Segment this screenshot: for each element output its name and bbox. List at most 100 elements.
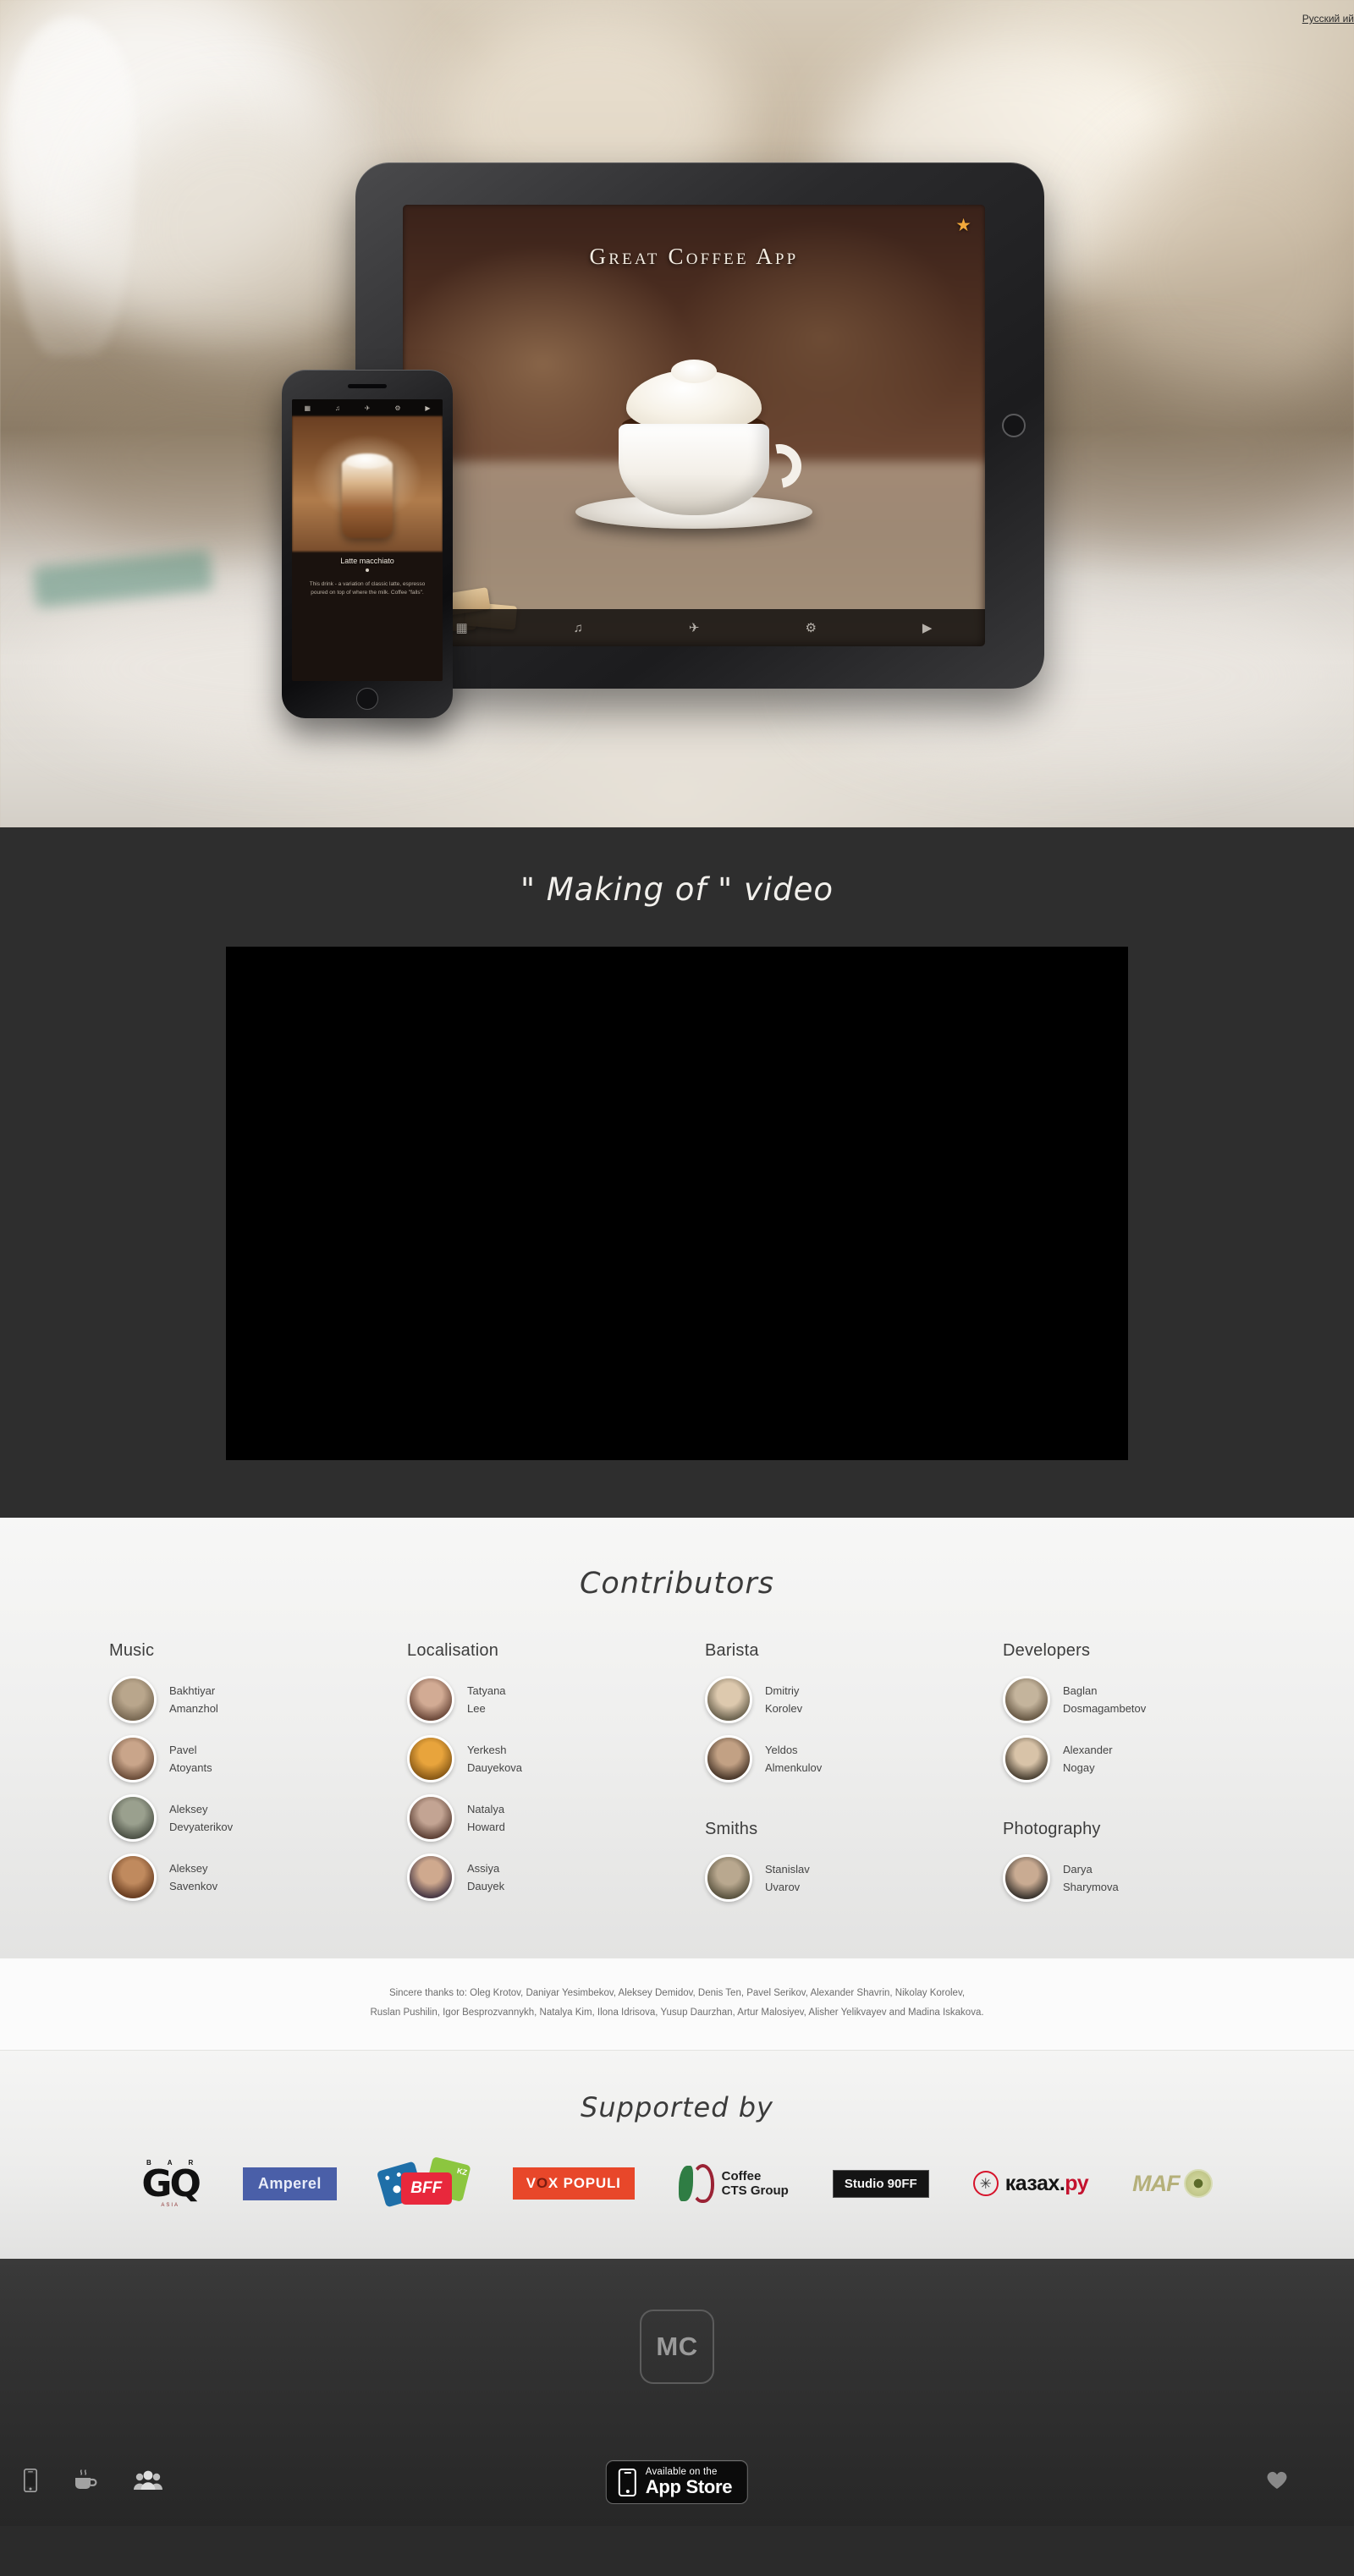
- contributor-name: Alexander Nogay: [1063, 1741, 1113, 1777]
- iphone-share-icon[interactable]: ✈: [365, 404, 371, 412]
- contributor-person[interactable]: Tatyana Lee: [407, 1676, 669, 1723]
- cts-line-1: Coffee: [721, 2168, 762, 2183]
- contributor-last-name: Nogay: [1063, 1761, 1095, 1774]
- contributor-name: Assiya Dauyek: [467, 1859, 504, 1896]
- phone-icon[interactable]: [24, 2468, 37, 2496]
- contributor-group-title: Music: [109, 1641, 155, 1660]
- heart-icon[interactable]: [1266, 2470, 1288, 2495]
- contributor-person[interactable]: Dmitriy Korolev: [705, 1676, 967, 1723]
- app-store-badge[interactable]: Available on the App Store: [605, 2460, 749, 2504]
- video-section-heading: " Making of " video: [520, 871, 834, 908]
- contributor-first-name: Bakhtiyar: [169, 1683, 216, 1697]
- contributor-last-name: Dauyekova: [467, 1761, 523, 1774]
- contributor-person[interactable]: Darya Sharymova: [1003, 1854, 1265, 1902]
- footer-right-icons: [1266, 2470, 1288, 2495]
- footer-bar: Available on the App Store: [0, 2438, 1354, 2526]
- iphone-screen: ▦ ♫ ✈ ⚙ ▶ Latte macchiato This drink - a…: [292, 399, 443, 681]
- iphone-app-toolbar[interactable]: ▦ ♫ ✈ ⚙ ▶: [292, 399, 443, 416]
- coffee-cup-icon[interactable]: [73, 2469, 98, 2496]
- contributor-group-title: Localisation: [407, 1641, 499, 1660]
- contributor-person[interactable]: Assiya Dauyek: [407, 1854, 669, 1901]
- iphone-play-icon[interactable]: ▶: [425, 404, 430, 412]
- iphone-grid-icon[interactable]: ▦: [304, 404, 311, 412]
- contributors-heading: Contributors: [579, 1567, 775, 1601]
- contributor-first-name: Alexander: [1063, 1743, 1113, 1756]
- glass-decoration: [8, 17, 135, 355]
- toolbar-settings-icon[interactable]: ⚙: [805, 620, 816, 635]
- avatar: [407, 1676, 454, 1723]
- contributor-name: Pavel Atoyants: [169, 1741, 212, 1777]
- contributor-person[interactable]: Baglan Dosmagambetov: [1003, 1676, 1265, 1723]
- contributor-first-name: Aleksey: [169, 1861, 208, 1875]
- contributor-name: Dmitriy Korolev: [765, 1682, 802, 1718]
- avatar: [109, 1854, 157, 1901]
- thanks-line-1: Sincere thanks to: Oleg Krotov, Daniyar …: [388, 1988, 966, 1998]
- avatar: [705, 1854, 752, 1902]
- studio-90ff-wordmark: Studio 90FF: [832, 2169, 929, 2198]
- contributor-name: Stanislav Uvarov: [765, 1860, 810, 1897]
- hero-section: Русский ий ★ Great Coffee App ▦ ♫ ✈ ⚙ ▶: [0, 0, 1354, 827]
- avatar: [705, 1676, 752, 1723]
- iphone-device-mockup: ▦ ♫ ✈ ⚙ ▶ Latte macchiato This drink - a…: [282, 370, 453, 718]
- avatar: [109, 1794, 157, 1842]
- sponsor-logo-bar-gq[interactable]: B A R GQ ASIA: [141, 2157, 201, 2210]
- toolbar-music-icon[interactable]: ♫: [574, 621, 583, 635]
- sponsor-logo-amperel[interactable]: Amperel: [242, 2157, 337, 2210]
- people-icon[interactable]: [134, 2470, 162, 2495]
- contributor-person[interactable]: Natalya Howard: [407, 1794, 669, 1842]
- page-footer: MC Available on the App Store: [0, 2259, 1354, 2526]
- avatar: [407, 1794, 454, 1842]
- contributor-last-name: Almenkulov: [765, 1761, 823, 1774]
- iphone-settings-icon[interactable]: ⚙: [394, 404, 400, 412]
- sponsor-logo-coffee-cts-group[interactable]: Coffee CTS Group: [678, 2157, 789, 2210]
- contributor-person[interactable]: Alexander Nogay: [1003, 1735, 1265, 1782]
- sponsor-logo-bff-kz[interactable]: KZ BFF: [376, 2156, 471, 2210]
- contributor-last-name: Atoyants: [169, 1761, 212, 1774]
- avatar: [109, 1676, 157, 1723]
- contributor-person[interactable]: Yeldos Almenkulov: [705, 1735, 967, 1782]
- iphone-music-icon[interactable]: ♫: [335, 404, 340, 412]
- contributor-last-name: Amanzhol: [169, 1702, 218, 1715]
- contributor-name: Aleksey Devyaterikov: [169, 1800, 233, 1837]
- sponsor-logo-maf[interactable]: MAF: [1132, 2157, 1213, 2210]
- drink-description: This drink - a variation of classic latt…: [309, 581, 426, 596]
- contributor-first-name: Natalya: [467, 1802, 505, 1815]
- contributor-name: Baglan Dosmagambetov: [1063, 1682, 1146, 1718]
- contributor-last-name: Dauyek: [467, 1880, 505, 1892]
- avatar: [1003, 1735, 1050, 1782]
- contributor-first-name: Aleksey: [169, 1802, 208, 1815]
- star-icon: ★: [955, 216, 971, 235]
- sponsor-logo-vox-populi[interactable]: VOX POPULI: [512, 2157, 635, 2210]
- kazah-word: казах.: [1004, 2171, 1065, 2195]
- contributors-section: Contributors Music Bakhtiyar Amanzhol Pavel…: [0, 1518, 1354, 1958]
- contributor-person[interactable]: Bakhtiyar Amanzhol: [109, 1676, 372, 1723]
- video-player[interactable]: [226, 947, 1128, 1460]
- vox-rest: X POPULI: [548, 2175, 621, 2191]
- toolbar-grid-icon[interactable]: ▦: [455, 620, 467, 635]
- contributor-last-name: Savenkov: [169, 1880, 218, 1892]
- contributor-name: Natalya Howard: [467, 1800, 505, 1837]
- contributor-person[interactable]: Aleksey Savenkov: [109, 1854, 372, 1901]
- iphone-home-button[interactable]: [356, 688, 378, 710]
- contributor-name: Yeldos Almenkulov: [765, 1741, 822, 1777]
- contributor-column: Barista Dmitriy Korolev Yeldos Almenkulov Smi…: [685, 1641, 967, 1914]
- ipad-app-toolbar[interactable]: ▦ ♫ ✈ ⚙ ▶: [403, 609, 985, 646]
- thanks-line-2: Ruslan Pushilin, Igor Besprozvannykh, Na…: [370, 2008, 984, 2018]
- toolbar-play-icon[interactable]: ▶: [922, 620, 933, 635]
- toolbar-share-icon[interactable]: ✈: [689, 620, 700, 635]
- contributor-person[interactable]: Aleksey Devyaterikov: [109, 1794, 372, 1842]
- contributor-last-name: Korolev: [765, 1702, 803, 1715]
- contributor-person[interactable]: Yerkesh Dauyekova: [407, 1735, 669, 1782]
- sponsor-logo-kazah-ru[interactable]: ✳ казах.ру: [972, 2157, 1089, 2210]
- app-title: Great Coffee App: [589, 244, 799, 269]
- contributor-person[interactable]: Pavel Atoyants: [109, 1735, 372, 1782]
- vox-o: O: [536, 2175, 548, 2191]
- contributor-group-title: Barista: [705, 1641, 759, 1660]
- mc-logo[interactable]: MC: [640, 2310, 714, 2384]
- avatar: [1003, 1854, 1050, 1902]
- contributor-person[interactable]: Stanislav Uvarov: [705, 1854, 967, 1902]
- contributor-last-name: Lee: [467, 1702, 486, 1715]
- vox-v: V: [526, 2175, 537, 2191]
- sponsor-logo-studio-90ff[interactable]: Studio 90FF: [832, 2157, 929, 2210]
- language-switch-link[interactable]: Русский ий: [1302, 13, 1354, 25]
